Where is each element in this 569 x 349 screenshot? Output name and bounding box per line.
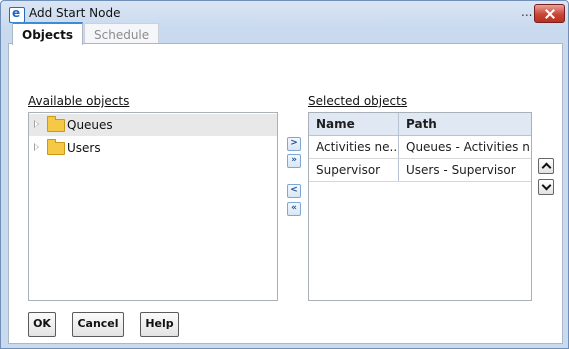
cell-path: Users - Supervisor bbox=[399, 159, 531, 181]
close-button[interactable] bbox=[534, 4, 565, 23]
add-selected-button[interactable]: > bbox=[287, 137, 301, 151]
cell-name: Activities ne... bbox=[309, 136, 399, 158]
move-down-button[interactable] bbox=[538, 179, 554, 195]
title-ellipsis: ... bbox=[521, 5, 533, 19]
table-row[interactable]: Supervisor Users - Supervisor bbox=[309, 159, 531, 182]
column-header-path-label: Path bbox=[406, 117, 437, 131]
cell-path-text: Queues - Activities n... bbox=[406, 140, 531, 154]
tree-item-users[interactable]: Users bbox=[29, 137, 277, 159]
available-objects-label-text: Available objects bbox=[28, 94, 130, 108]
app-icon bbox=[9, 6, 25, 23]
available-objects-tree[interactable]: Queues Users bbox=[28, 112, 278, 301]
folder-icon bbox=[47, 139, 65, 155]
column-header-path[interactable]: Path bbox=[399, 113, 531, 135]
expand-triangle-icon[interactable] bbox=[34, 120, 39, 128]
help-button[interactable]: Help bbox=[140, 312, 179, 337]
tree-item-label: Queues bbox=[67, 118, 113, 132]
folder-icon bbox=[47, 116, 65, 132]
chevron-up-icon bbox=[541, 162, 552, 173]
tab-objects[interactable]: Objects bbox=[12, 22, 84, 45]
add-all-button[interactable]: » bbox=[287, 154, 301, 168]
chevron-down-icon bbox=[541, 180, 552, 191]
cell-name: Supervisor bbox=[309, 159, 399, 181]
expand-triangle-icon[interactable] bbox=[34, 143, 39, 151]
tree-item-queues[interactable]: Queues bbox=[29, 114, 277, 136]
cell-name-text: Activities ne... bbox=[316, 140, 399, 154]
selected-objects-label: Selected objects bbox=[308, 94, 407, 108]
cell-path: Queues - Activities n... bbox=[399, 136, 531, 158]
remove-all-button[interactable]: « bbox=[287, 202, 301, 216]
available-objects-label: Available objects bbox=[28, 94, 129, 108]
selected-objects-label-text: Selected objects bbox=[308, 94, 408, 108]
table-row[interactable]: Activities ne... Queues - Activities n..… bbox=[309, 136, 531, 159]
tree-item-label: Users bbox=[67, 141, 101, 155]
column-header-name[interactable]: Name bbox=[309, 113, 399, 135]
column-header-name-label: Name bbox=[316, 117, 355, 131]
dialog-window: Add Start Node ... Objects Schedule Avai… bbox=[0, 0, 569, 349]
ok-button[interactable]: OK bbox=[28, 312, 56, 337]
cell-path-text: Users - Supervisor bbox=[406, 163, 516, 177]
cancel-button[interactable]: Cancel bbox=[72, 312, 124, 337]
grid-header: Name Path bbox=[309, 113, 531, 136]
selected-objects-grid[interactable]: Name Path Activities ne... Queues - Acti… bbox=[308, 112, 532, 301]
window-title: Add Start Node bbox=[29, 6, 121, 20]
move-up-button[interactable] bbox=[538, 158, 554, 174]
remove-selected-button[interactable]: < bbox=[287, 184, 301, 198]
cell-name-text: Supervisor bbox=[316, 163, 381, 177]
